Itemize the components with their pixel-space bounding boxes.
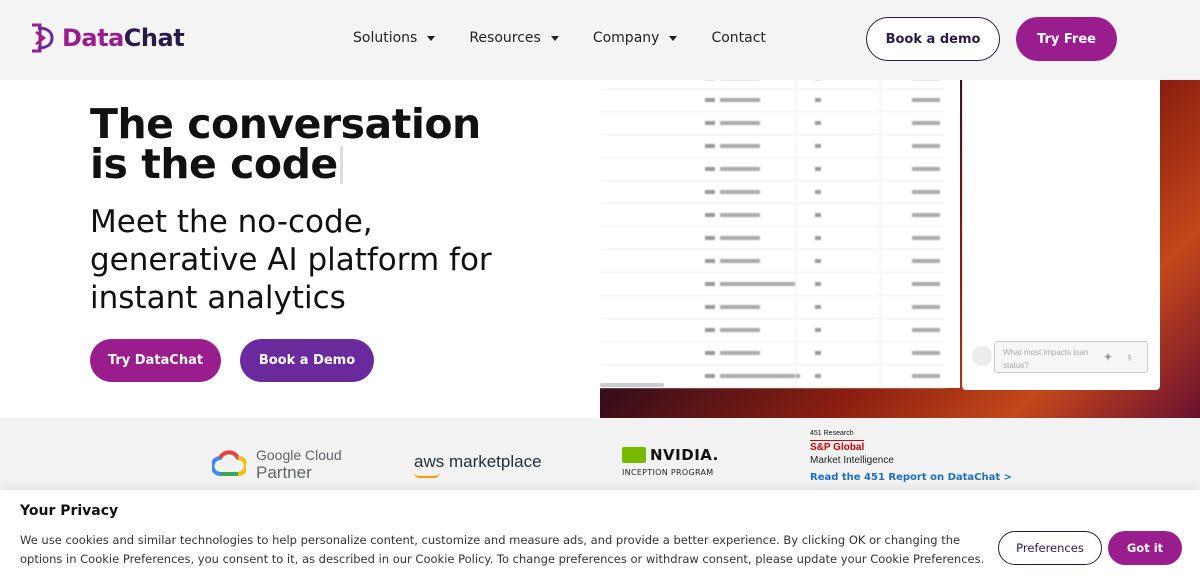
top-navigation: DataChat Solutions Resources Company Con… xyxy=(0,0,1200,80)
menu-resources[interactable]: Resources xyxy=(469,30,559,46)
hero-subtitle: Meet the no-code, generative AI platform… xyxy=(90,204,492,316)
market-intelligence-text: Market Intelligence xyxy=(810,455,894,466)
datachat-logo-icon xyxy=(32,23,54,53)
nvidia-eye-icon xyxy=(622,447,646,463)
menu-resources-label: Resources xyxy=(469,30,541,46)
menu-company-label: Company xyxy=(592,30,660,46)
451-research-logo: 451 Research S&P Global Market Intellige… xyxy=(810,430,1012,483)
451-research-text: 451 Research xyxy=(810,430,854,437)
cookie-body-text: We use cookies and similar technologies … xyxy=(20,533,985,566)
menu-solutions[interactable]: Solutions xyxy=(353,30,436,46)
nvidia-inception-text: INCEPTION PROGRAM xyxy=(622,468,714,477)
table-row xyxy=(600,228,945,250)
table-row xyxy=(600,90,945,112)
menu-company[interactable]: Company xyxy=(593,30,678,46)
google-cloud-line1: Google Cloud xyxy=(256,447,342,463)
table-row xyxy=(600,113,945,135)
sp-global-text: S&P Global xyxy=(810,440,865,453)
table-row xyxy=(600,182,945,204)
magic-wand-icon: ✦ xyxy=(1103,350,1114,364)
chat-input-placeholder: What most impacts loan status? xyxy=(1003,348,1089,370)
table-scrollbar xyxy=(600,383,664,387)
cookie-preferences-button[interactable]: Preferences xyxy=(998,531,1102,565)
google-cloud-partner-logo: Google Cloud Partner xyxy=(212,446,342,482)
try-free-button[interactable]: Try Free xyxy=(1016,17,1117,61)
chat-avatar-icon xyxy=(972,346,992,366)
chevron-down-icon xyxy=(669,35,678,41)
typing-cursor xyxy=(339,146,343,184)
nvidia-wordmark: NVIDIA. xyxy=(650,446,719,464)
logo-text-data: Data xyxy=(62,24,124,52)
partner-logos: Google Cloud Partner aws marketplace NVI… xyxy=(0,418,1200,490)
read-451-report-link[interactable]: Read the 451 Report on DataChat > xyxy=(810,472,1012,483)
logo-text: DataChat xyxy=(62,24,185,52)
cookie-banner: Your Privacy We use cookies and similar … xyxy=(0,490,1200,578)
try-datachat-button[interactable]: Try DataChat xyxy=(90,339,221,382)
chevron-down-icon xyxy=(550,35,559,41)
nvidia-inception-logo: NVIDIA. INCEPTION PROGRAM xyxy=(622,446,719,477)
lightbulb-icon: ♁ xyxy=(1125,350,1134,364)
table-row xyxy=(600,320,945,342)
aws-smile-icon xyxy=(414,472,440,478)
logo-text-chat: Chat xyxy=(123,24,185,52)
chevron-down-icon xyxy=(427,35,436,41)
menu-contact-label: Contact xyxy=(711,30,766,46)
menu-solutions-label: Solutions xyxy=(353,30,418,46)
cookie-title: Your Privacy xyxy=(20,503,119,519)
aws-marketplace-text: aws marketplace xyxy=(414,452,542,471)
product-screenshot: What most impacts loan status? ✦ ♁ xyxy=(600,80,1200,418)
datachat-logo[interactable]: DataChat xyxy=(30,22,185,54)
menu-contact[interactable]: Contact xyxy=(711,30,765,46)
table-row xyxy=(600,80,945,90)
table-row xyxy=(600,205,945,227)
table-row xyxy=(600,159,945,181)
cookie-got-it-button[interactable]: Got it xyxy=(1108,531,1182,565)
book-a-demo-button[interactable]: Book a Demo xyxy=(240,339,374,382)
hero-title-line2: is the code xyxy=(90,140,338,188)
table-row xyxy=(600,343,945,365)
table-row xyxy=(600,297,945,319)
google-cloud-icon xyxy=(212,450,246,476)
hero-title-line1: The conversation xyxy=(90,100,481,148)
google-cloud-line2: Partner xyxy=(256,463,312,482)
book-demo-button[interactable]: Book a demo xyxy=(866,17,1000,61)
google-cloud-text: Google Cloud Partner xyxy=(256,446,342,482)
aws-marketplace-logo: aws marketplace xyxy=(414,452,542,478)
chat-input-box: What most impacts loan status? ✦ ♁ xyxy=(994,341,1148,373)
table-row xyxy=(600,136,945,158)
data-table-preview xyxy=(600,80,960,388)
main-menu: Solutions Resources Company Contact xyxy=(353,30,800,46)
hero-title: The conversation is the code xyxy=(90,100,481,185)
table-row xyxy=(600,274,945,296)
table-row xyxy=(600,251,945,273)
